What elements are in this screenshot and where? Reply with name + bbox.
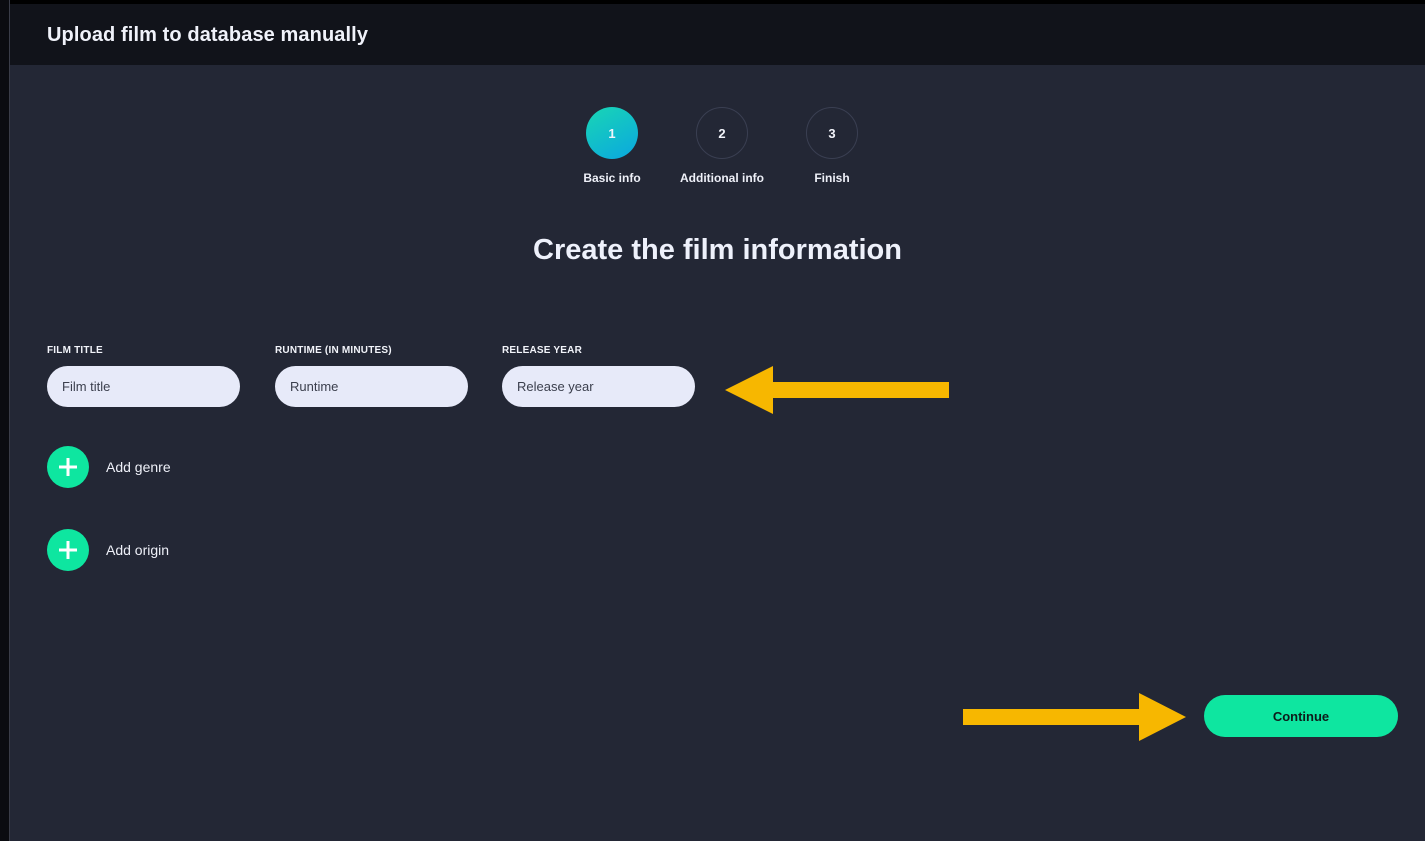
add-genre-row[interactable]: Add genre xyxy=(47,446,171,488)
step-finish[interactable]: 3 Finish xyxy=(777,107,887,185)
step-basic-info[interactable]: 1 Basic info xyxy=(557,107,667,185)
runtime-input[interactable] xyxy=(275,366,468,407)
arrow-right-icon xyxy=(963,693,1186,741)
release-year-input[interactable] xyxy=(502,366,695,407)
step-number-circle: 1 xyxy=(586,107,638,159)
step-label: Finish xyxy=(814,171,850,185)
arrow-left-icon xyxy=(725,366,949,414)
release-year-field: RELEASE YEAR xyxy=(502,345,695,407)
progress-stepper: 1 Basic info 2 Additional info 3 Finish xyxy=(10,107,1425,197)
add-genre-button[interactable] xyxy=(47,446,89,488)
upload-film-dialog: Upload film to database manually 1 Basic… xyxy=(10,4,1425,841)
plus-icon xyxy=(59,458,77,476)
step-label: Basic info xyxy=(583,171,641,185)
add-origin-row[interactable]: Add origin xyxy=(47,529,169,571)
step-number-circle: 2 xyxy=(696,107,748,159)
add-origin-label[interactable]: Add origin xyxy=(106,542,169,558)
runtime-label: RUNTIME (IN MINUTES) xyxy=(275,345,392,356)
dialog-title: Upload film to database manually xyxy=(47,24,369,46)
continue-button[interactable]: Continue xyxy=(1204,695,1398,737)
add-origin-button[interactable] xyxy=(47,529,89,571)
page-heading: Create the film information xyxy=(533,234,902,266)
step-label: Additional info xyxy=(680,171,764,185)
step-number-circle: 3 xyxy=(806,107,858,159)
runtime-field: RUNTIME (IN MINUTES) xyxy=(275,345,468,407)
film-title-input[interactable] xyxy=(47,366,240,407)
plus-icon xyxy=(59,541,77,559)
window-frame-edge xyxy=(0,0,10,841)
film-title-label: FILM TITLE xyxy=(47,345,103,356)
add-genre-label[interactable]: Add genre xyxy=(106,459,171,475)
release-year-label: RELEASE YEAR xyxy=(502,345,583,356)
film-title-field: FILM TITLE xyxy=(47,345,240,407)
step-additional-info[interactable]: 2 Additional info xyxy=(667,107,777,185)
dialog-header: Upload film to database manually xyxy=(10,4,1425,65)
